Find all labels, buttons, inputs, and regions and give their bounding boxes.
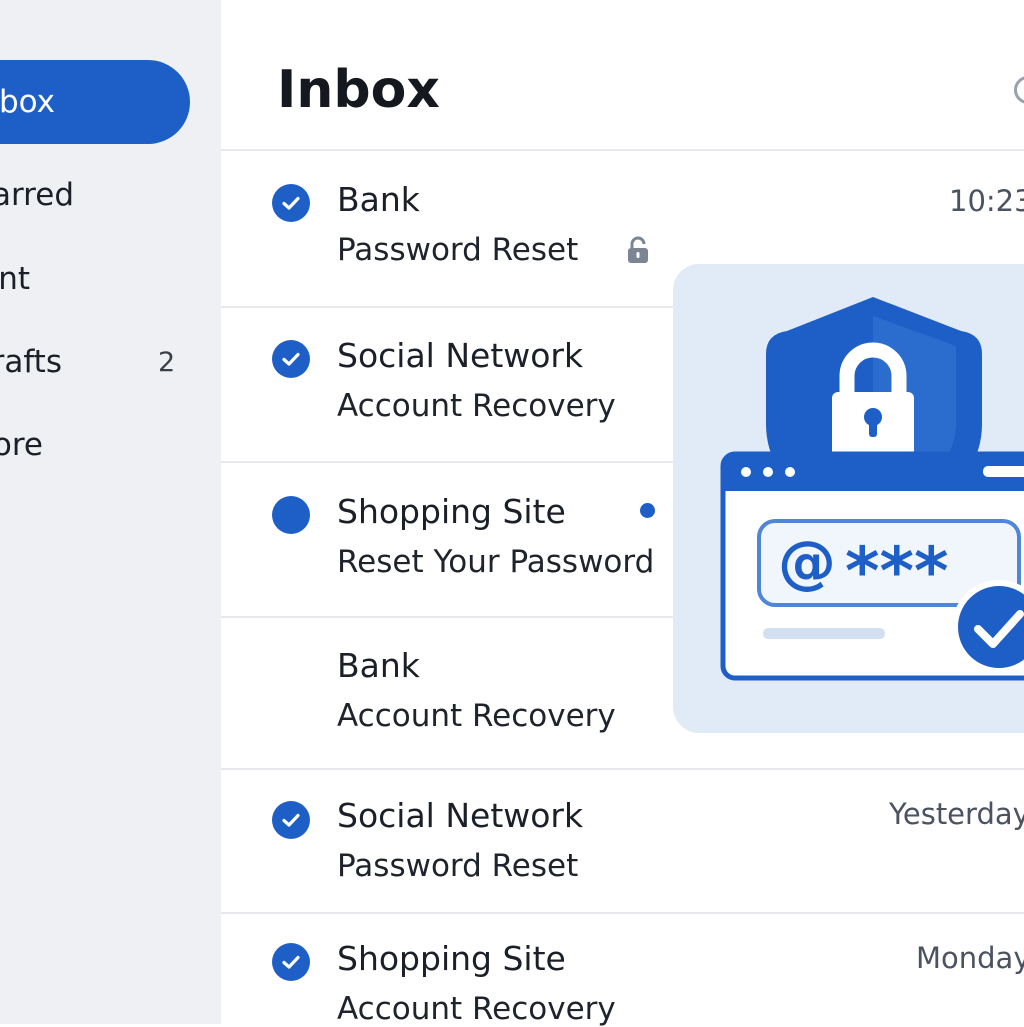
message-sender: Bank bbox=[337, 180, 420, 219]
message-subject: Password Reset bbox=[337, 848, 579, 884]
message-subject: Account Recovery bbox=[337, 698, 616, 734]
sidebar: Inbox Starred Sent Drafts 2 More bbox=[0, 0, 221, 1024]
message-subject: Account Recovery bbox=[337, 991, 616, 1027]
sidebar-item-inbox[interactable]: Inbox bbox=[0, 60, 190, 144]
message-time: 10:23 bbox=[949, 184, 1024, 218]
security-illustration: @ *** bbox=[673, 264, 1024, 733]
sidebar-item-label: Inbox bbox=[0, 84, 55, 120]
message-sender: Shopping Site bbox=[337, 492, 566, 531]
search-icon[interactable] bbox=[1014, 76, 1024, 104]
message-sender: Shopping Site bbox=[337, 939, 566, 978]
message-subject: Password Reset bbox=[337, 232, 579, 268]
message-time: Monday bbox=[916, 941, 1024, 975]
unread-dot bbox=[640, 503, 655, 518]
message-row[interactable]: Social Network Password Reset Yesterday bbox=[221, 770, 1024, 912]
page-title: Inbox bbox=[277, 60, 440, 120]
message-sender: Social Network bbox=[337, 336, 584, 375]
sidebar-item-label: Sent bbox=[0, 261, 30, 297]
read-check-icon bbox=[272, 184, 310, 222]
sidebar-item-sent[interactable]: Sent bbox=[0, 237, 190, 321]
message-sender: Bank bbox=[337, 646, 420, 685]
sidebar-item-starred[interactable]: Starred bbox=[0, 153, 190, 237]
message-row[interactable]: Shopping Site Account Recovery Monday bbox=[221, 914, 1024, 1027]
at-symbol: @ bbox=[778, 528, 836, 596]
read-check-icon bbox=[272, 340, 310, 378]
checkmark-icon bbox=[952, 580, 1024, 674]
sidebar-item-more[interactable]: More bbox=[0, 403, 190, 487]
lock-icon bbox=[628, 236, 648, 263]
sidebar-item-label: Drafts bbox=[0, 344, 62, 380]
read-check-icon bbox=[272, 801, 310, 839]
sidebar-item-label: More bbox=[0, 427, 43, 463]
unread-indicator-icon bbox=[272, 496, 310, 534]
message-subject: Account Recovery bbox=[337, 388, 616, 424]
message-subject: Reset Your Password bbox=[337, 544, 655, 580]
password-mask: *** bbox=[845, 533, 949, 610]
sidebar-item-drafts[interactable]: Drafts 2 bbox=[0, 320, 190, 404]
sidebar-item-label: Starred bbox=[0, 177, 74, 213]
drafts-count-badge: 2 bbox=[158, 346, 176, 378]
message-sender: Social Network bbox=[337, 796, 584, 835]
read-check-icon bbox=[272, 943, 310, 981]
message-time: Yesterday bbox=[889, 797, 1024, 831]
